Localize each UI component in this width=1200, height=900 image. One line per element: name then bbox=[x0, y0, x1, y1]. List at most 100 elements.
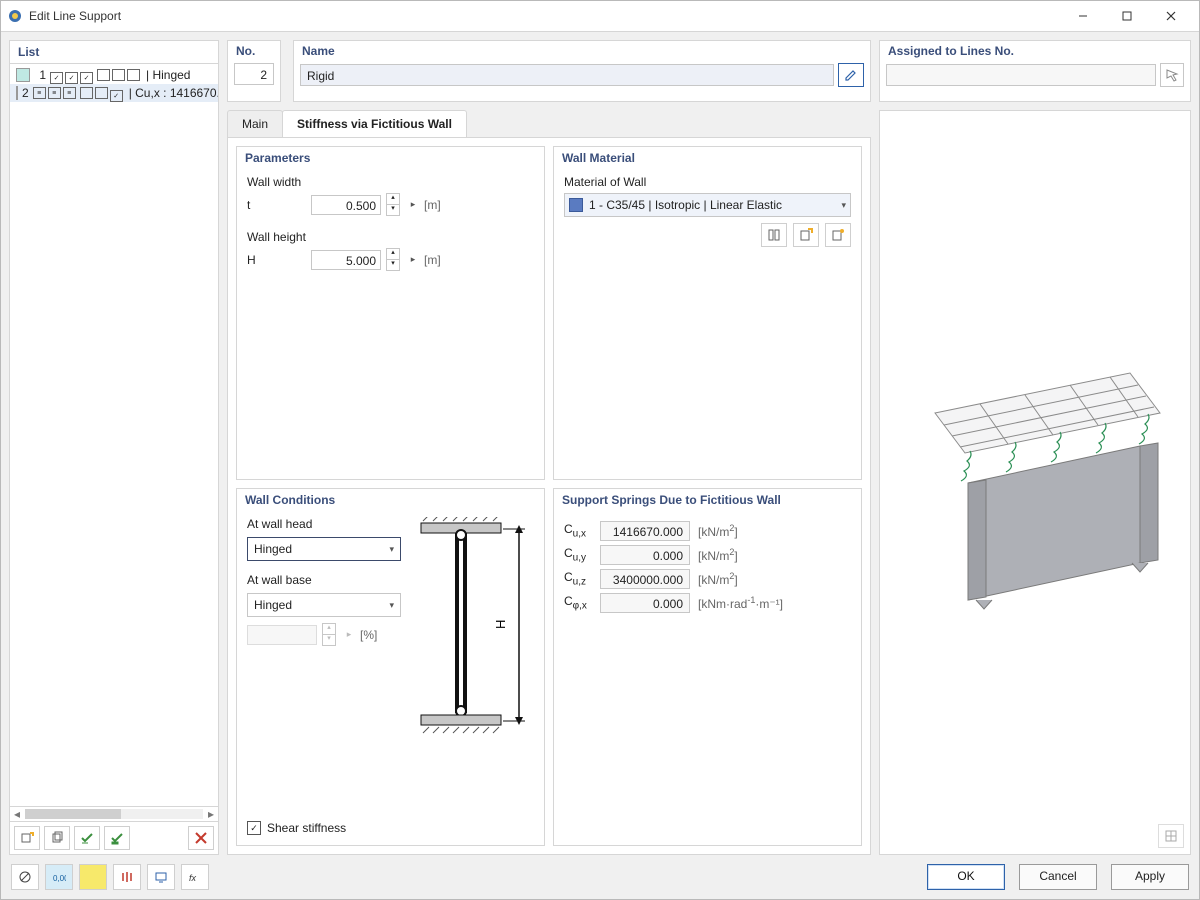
shear-stiffness-checkbox[interactable]: Shear stiffness bbox=[247, 821, 534, 835]
window-close-button[interactable] bbox=[1149, 2, 1193, 30]
spring-value: 0.000 bbox=[600, 545, 690, 565]
preview-viewport[interactable] bbox=[880, 111, 1190, 854]
wall-height-unit: [m] bbox=[424, 253, 441, 267]
preview-tool-button[interactable] bbox=[1158, 824, 1184, 848]
footer-tool-supports[interactable] bbox=[113, 864, 141, 890]
copy-item-button[interactable] bbox=[44, 826, 70, 850]
footer-tool-fx[interactable]: fx bbox=[181, 864, 209, 890]
list-body[interactable]: 1| Hinged2| Cu,x : 1416670.000 k bbox=[10, 64, 218, 806]
list-toolbar bbox=[10, 821, 218, 854]
list-row-desc: | Cu,x : 1416670.000 k bbox=[129, 86, 218, 100]
titlebar: Edit Line Support bbox=[1, 1, 1199, 32]
spring-value: 1416670.000 bbox=[600, 521, 690, 541]
list-row-glyphs-b bbox=[97, 69, 140, 81]
wall-height-input[interactable]: 5.000 bbox=[311, 250, 381, 270]
list-row[interactable]: 2| Cu,x : 1416670.000 k bbox=[10, 84, 218, 102]
footer-tool-decimal[interactable]: 0,00 bbox=[45, 864, 73, 890]
spring-unit: [kNm·rad-1·m⁻¹] bbox=[698, 595, 783, 611]
material-library-button[interactable] bbox=[761, 223, 787, 247]
wall-width-input[interactable]: 0.500 bbox=[311, 195, 381, 215]
assigned-label: Assigned to Lines No. bbox=[880, 41, 1190, 61]
scroll-left-icon[interactable]: ◂ bbox=[10, 807, 24, 821]
list-row[interactable]: 1| Hinged bbox=[10, 66, 218, 84]
wall-head-label: At wall head bbox=[247, 517, 397, 531]
wall-base-pct-goto: ▸ bbox=[344, 625, 354, 645]
wall-base-value: Hinged bbox=[254, 598, 292, 612]
window-minimize-button[interactable] bbox=[1061, 2, 1105, 30]
name-label: Name bbox=[294, 41, 870, 61]
assigned-box: Assigned to Lines No. bbox=[879, 40, 1191, 102]
support-springs-title: Support Springs Due to Fictitious Wall bbox=[554, 489, 861, 511]
spring-symbol: Cu,x bbox=[564, 522, 592, 539]
check-button-a[interactable] bbox=[74, 826, 100, 850]
ok-button[interactable]: OK bbox=[927, 864, 1005, 890]
spring-value: 0.000 bbox=[600, 593, 690, 613]
cancel-button[interactable]: Cancel bbox=[1019, 864, 1097, 890]
footer-tool-units[interactable] bbox=[11, 864, 39, 890]
chevron-down-icon: ▾ bbox=[389, 600, 394, 611]
list-row-swatch bbox=[16, 68, 30, 82]
scroll-thumb[interactable] bbox=[25, 809, 121, 819]
wall-base-pct-spinner: ▴▾ bbox=[322, 623, 336, 646]
material-swatch-icon bbox=[569, 198, 583, 212]
list-horizontal-scrollbar[interactable]: ◂ ▸ bbox=[10, 806, 218, 821]
wall-base-pct-unit: [%] bbox=[360, 628, 377, 642]
delete-item-button[interactable] bbox=[188, 826, 214, 850]
wall-head-value: Hinged bbox=[254, 542, 292, 556]
wall-width-label: Wall width bbox=[247, 175, 534, 189]
wall-width-symbol: t bbox=[247, 198, 265, 212]
wall-height-goto[interactable]: ▸ bbox=[408, 250, 418, 270]
material-edit-button[interactable] bbox=[825, 223, 851, 247]
footer-tool-view[interactable] bbox=[147, 864, 175, 890]
edit-name-button[interactable] bbox=[838, 63, 864, 87]
check-button-b[interactable] bbox=[104, 826, 130, 850]
tab-content: Parameters Wall width t 0.500 ▴▾ ▸ bbox=[227, 137, 871, 855]
new-item-button[interactable] bbox=[14, 826, 40, 850]
list-row-swatch bbox=[16, 86, 18, 100]
svg-text:0,00: 0,00 bbox=[53, 874, 66, 883]
chevron-down-icon: ▾ bbox=[841, 200, 846, 211]
assigned-field[interactable] bbox=[886, 64, 1156, 86]
spring-unit: [kN/m2] bbox=[698, 571, 738, 587]
spring-symbol: Cφ,x bbox=[564, 594, 592, 611]
no-label: No. bbox=[228, 41, 280, 61]
spring-row: Cu,x1416670.000[kN/m2] bbox=[564, 521, 851, 541]
tabstrip: Main Stiffness via Fictitious Wall bbox=[227, 110, 871, 137]
wall-width-spinner[interactable]: ▴▾ bbox=[386, 193, 400, 216]
apply-button[interactable]: Apply bbox=[1111, 864, 1189, 890]
wall-width-goto[interactable]: ▸ bbox=[408, 195, 418, 215]
scroll-track[interactable] bbox=[25, 809, 203, 819]
wall-height-label: Wall height bbox=[247, 230, 534, 244]
window-maximize-button[interactable] bbox=[1105, 2, 1149, 30]
wall-material-group: Wall Material Material of Wall 1 - C35/4… bbox=[553, 146, 862, 480]
wall-width-unit: [m] bbox=[424, 198, 441, 212]
list-header: List bbox=[10, 41, 218, 64]
tab-main[interactable]: Main bbox=[227, 110, 283, 137]
wall-head-select[interactable]: Hinged ▾ bbox=[247, 537, 401, 561]
svg-text:fx: fx bbox=[189, 873, 197, 883]
spring-value: 3400000.000 bbox=[600, 569, 690, 589]
material-select[interactable]: 1 - C35/45 | Isotropic | Linear Elastic … bbox=[564, 193, 851, 217]
no-field[interactable]: 2 bbox=[234, 63, 274, 85]
list-row-desc: | Hinged bbox=[146, 68, 190, 82]
material-new-button[interactable] bbox=[793, 223, 819, 247]
spring-row: Cu,y0.000[kN/m2] bbox=[564, 545, 851, 565]
parameters-title: Parameters bbox=[237, 147, 544, 169]
scroll-right-icon[interactable]: ▸ bbox=[204, 807, 218, 821]
wall-section-sketch: H bbox=[411, 517, 541, 737]
window-title: Edit Line Support bbox=[29, 9, 1061, 23]
spring-unit: [kN/m2] bbox=[698, 547, 738, 563]
wall-base-pct-input bbox=[247, 625, 317, 645]
name-field[interactable]: Rigid bbox=[300, 64, 834, 86]
wall-base-select[interactable]: Hinged ▾ bbox=[247, 593, 401, 617]
tab-stiffness[interactable]: Stiffness via Fictitious Wall bbox=[282, 110, 467, 137]
assigned-pick-button[interactable] bbox=[1160, 63, 1184, 87]
wall-height-spinner[interactable]: ▴▾ bbox=[386, 248, 400, 271]
chevron-down-icon: ▾ bbox=[389, 544, 394, 555]
list-row-glyphs-a bbox=[33, 87, 76, 99]
wall-material-title: Wall Material bbox=[554, 147, 861, 169]
preview-3d-panel bbox=[879, 110, 1191, 855]
sketch-height-label: H bbox=[493, 620, 508, 629]
footer-tool-colors[interactable] bbox=[79, 864, 107, 890]
material-of-wall-label: Material of Wall bbox=[564, 175, 851, 189]
